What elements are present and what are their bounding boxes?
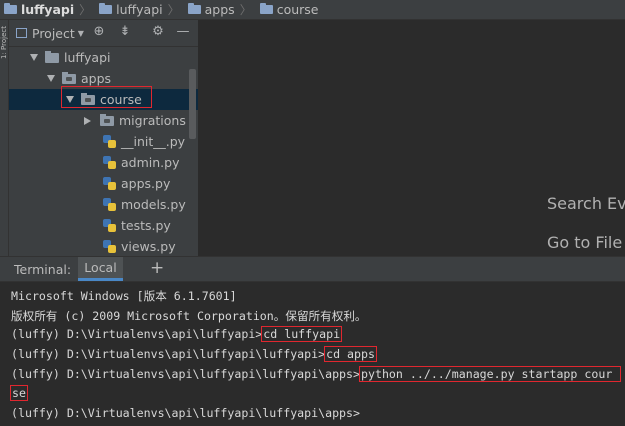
breadcrumb-item-luffyapi[interactable]: luffyapi 〉	[95, 0, 184, 19]
python-file-icon	[103, 135, 116, 148]
terminal-line: 版权所有 (c) 2009 Microsoft Corporation。保留所有…	[11, 309, 367, 323]
breadcrumb-label: course	[276, 2, 319, 17]
command-startapp-continued: se	[10, 385, 28, 401]
terminal-line: Microsoft Windows [版本 6.1.7601]	[11, 289, 237, 303]
project-icon	[16, 28, 27, 38]
tree-item-apps-py[interactable]: apps.py	[9, 173, 198, 194]
terminal-line: (luffy) D:\Virtualenvs\api\luffyapi\luff…	[11, 406, 361, 420]
chevron-right-icon: 〉	[79, 3, 92, 17]
crosshair-icon[interactable]: ⊕	[91, 24, 107, 40]
command-startapp: python ../../manage.py startapp cour	[359, 366, 622, 382]
breadcrumb-label: luffyapi	[116, 2, 163, 17]
breadcrumb-item-apps[interactable]: apps 〉	[184, 0, 256, 19]
folder-icon	[259, 3, 273, 14]
python-file-icon	[103, 177, 116, 190]
python-file-icon	[103, 198, 116, 211]
command-cd-luffyapi: cd luffyapi	[261, 326, 343, 342]
tree-item-init-py[interactable]: __init__.py	[9, 131, 198, 152]
python-file-icon	[103, 219, 116, 232]
tree-item-label: apps.py	[121, 176, 171, 191]
side-tab-project[interactable]: 1: Project	[0, 26, 8, 59]
folder-icon	[4, 3, 17, 14]
tree-scrollbar[interactable]	[189, 69, 196, 139]
tree-item-luffyapi[interactable]: luffyapi	[9, 47, 198, 68]
breadcrumb-item-project[interactable]: luffyapi 〉	[0, 0, 95, 19]
project-panel: Project ▼ ⊕ ⇟ ⚙ — luffyapi apps course m…	[9, 20, 198, 256]
python-file-icon	[103, 156, 116, 169]
breadcrumb-label: apps	[204, 2, 235, 17]
minimize-icon[interactable]: —	[175, 24, 191, 40]
collapse-arrow-icon[interactable]	[84, 116, 91, 125]
tree-item-label: luffyapi	[64, 50, 111, 65]
terminal-output[interactable]: Microsoft Windows [版本 6.1.7601] 版权所有 (c)…	[0, 282, 625, 426]
package-folder-icon	[100, 113, 114, 126]
terminal-title: Terminal:	[14, 262, 72, 277]
chevron-right-icon: 〉	[239, 3, 252, 17]
terminal-line: (luffy) D:\Virtualenvs\api\luffyapi\luff…	[11, 346, 377, 362]
python-file-icon	[103, 240, 116, 253]
breadcrumb: luffyapi 〉 luffyapi 〉 apps 〉 course	[0, 0, 625, 20]
project-view-selector[interactable]: Project	[32, 26, 75, 41]
tree-item-label: admin.py	[121, 155, 180, 170]
folder-icon	[45, 50, 59, 63]
terminal-line: se	[10, 385, 28, 401]
tree-item-views-py[interactable]: views.py	[9, 236, 198, 257]
tree-item-label: apps	[81, 71, 112, 86]
folder-icon	[99, 3, 113, 14]
tab-local[interactable]: Local	[78, 257, 123, 281]
breadcrumb-item-course[interactable]: course	[256, 0, 319, 19]
tree-item-models-py[interactable]: models.py	[9, 194, 198, 215]
collapse-icon[interactable]: ⇟	[117, 24, 133, 40]
tree-item-label: views.py	[121, 239, 176, 254]
plus-icon[interactable]: +	[150, 258, 164, 278]
expand-arrow-icon[interactable]	[30, 54, 38, 61]
course-highlight-box	[61, 86, 152, 108]
tree-item-admin-py[interactable]: admin.py	[9, 152, 198, 173]
folder-icon	[187, 3, 201, 14]
tree-item-tests-py[interactable]: tests.py	[9, 215, 198, 236]
tree-item-label: models.py	[121, 197, 186, 212]
terminal-line: (luffy) D:\Virtualenvs\api\luffyapi\luff…	[11, 366, 622, 382]
editor-area[interactable]: Search Eve Go to File	[199, 20, 625, 256]
gear-icon[interactable]: ⚙	[150, 24, 166, 40]
chevron-down-icon[interactable]: ▼	[78, 29, 84, 38]
terminal-line: (luffy) D:\Virtualenvs\api\luffyapi>cd l…	[11, 326, 343, 342]
terminal-tab-bar: Terminal: Local +	[0, 256, 625, 282]
tree-item-label: migrations	[119, 113, 186, 128]
breadcrumb-label: luffyapi	[21, 2, 75, 17]
expand-arrow-icon[interactable]	[47, 75, 55, 82]
command-cd-apps: cd apps	[324, 346, 377, 362]
chevron-right-icon: 〉	[167, 3, 180, 17]
search-everywhere-hint: Search Eve	[547, 194, 625, 213]
project-tool-window-strip[interactable]: 1: Project	[0, 20, 9, 256]
tree-item-migrations[interactable]: migrations	[9, 110, 198, 131]
go-to-file-hint: Go to File	[547, 233, 623, 252]
tree-item-label: __init__.py	[121, 134, 186, 149]
tree-item-label: tests.py	[121, 218, 171, 233]
project-panel-header: Project ▼ ⊕ ⇟ ⚙ —	[9, 20, 198, 47]
package-folder-icon	[62, 71, 76, 84]
